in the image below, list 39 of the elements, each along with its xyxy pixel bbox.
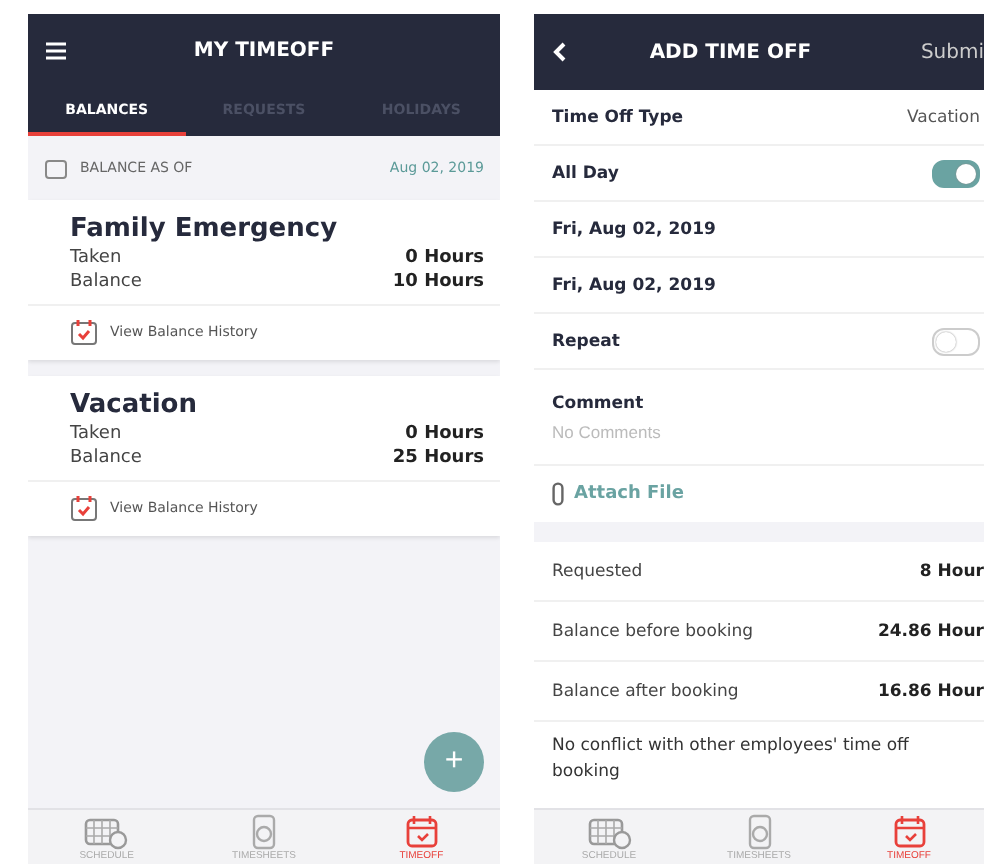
calendar-check-icon — [70, 494, 98, 522]
summary-label: Requested — [552, 561, 643, 581]
screen-title: MY TIMEOFF — [193, 39, 335, 61]
balance-label: Taken — [70, 424, 122, 444]
summary-value: 24.86 Hour — [877, 621, 984, 641]
attach-file-link[interactable]: Attach File — [574, 484, 684, 504]
balance-value: 25 Hours — [392, 448, 484, 468]
calendar-check-icon — [70, 318, 98, 346]
add-button[interactable]: + — [424, 732, 484, 792]
date-field[interactable]: Fri, Aug 02, 2019 — [552, 275, 716, 295]
summary-label: Balance before booking — [552, 621, 754, 641]
conflict-message: No conflict with other employees' time off booking — [534, 722, 984, 808]
field-label: Repeat — [552, 331, 620, 351]
leave-type-name: Vacation — [68, 388, 199, 422]
field-label: All Day — [552, 163, 619, 183]
summary-value: 16.86 Hour — [877, 681, 984, 701]
date-field[interactable]: Fri, Aug 02, 2019 — [552, 219, 716, 239]
balance-value: 10 Hours — [392, 272, 484, 292]
balance-label: Balance — [70, 272, 142, 292]
toggle-switch[interactable] — [932, 327, 980, 355]
back-icon[interactable] — [552, 42, 568, 62]
menu-icon[interactable] — [46, 41, 66, 59]
leave-type-name: Family Emergency — [68, 212, 340, 246]
balance-label: Taken — [70, 248, 122, 268]
field-label: Comment — [552, 393, 644, 413]
field-value[interactable]: Vacation — [906, 107, 980, 127]
calendar-icon — [44, 157, 68, 179]
balance-value: 0 Hours — [405, 424, 484, 444]
paperclip-icon — [552, 482, 564, 506]
calendar-clock-icon — [587, 814, 631, 850]
balance-label: Balance — [70, 448, 142, 468]
balance-value: 0 Hours — [405, 248, 484, 268]
summary-value: 8 Hour — [919, 561, 984, 581]
calendar-clock-icon — [84, 814, 129, 850]
toggle-switch[interactable] — [932, 159, 980, 187]
summary-label: Balance after booking — [552, 681, 739, 701]
field-label: Time Off Type — [552, 107, 684, 127]
submit-button[interactable]: Submi — [920, 41, 984, 63]
screen-title: ADD TIME OFF — [647, 41, 814, 63]
